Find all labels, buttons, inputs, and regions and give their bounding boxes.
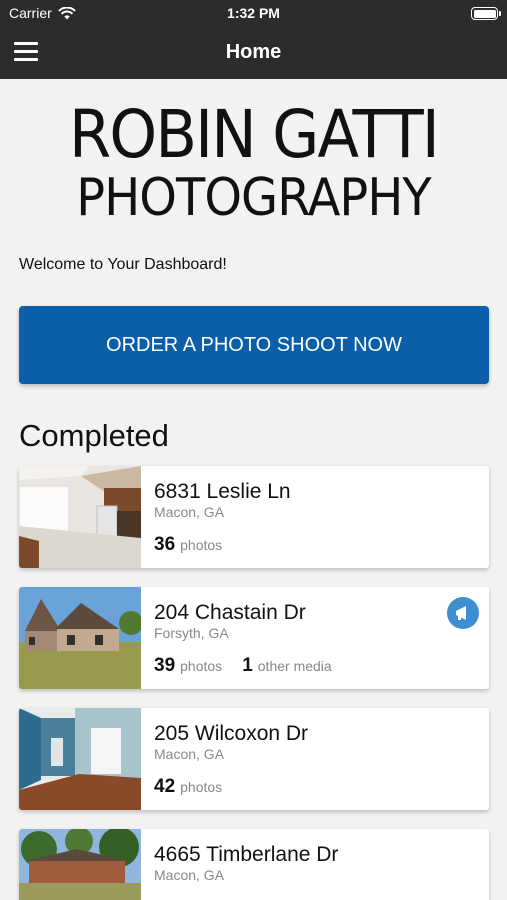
listing-counts: 39 photos 1 other media (154, 655, 332, 677)
listing-card[interactable]: 205 Wilcoxon Dr Macon, GA 42 photos (19, 708, 489, 810)
listing-city: Macon, GA (154, 504, 225, 520)
listing-thumbnail (19, 829, 141, 900)
listing-card[interactable]: 6831 Leslie Ln Macon, GA 36 photos (19, 466, 489, 568)
listing-address: 205 Wilcoxon Dr (154, 722, 309, 745)
section-title-completed: Completed (19, 418, 169, 453)
logo-line-1: ROBIN GATTI (69, 96, 440, 173)
listing-city: Macon, GA (154, 867, 225, 883)
other-media-count: 1 (242, 655, 253, 676)
listing-counts: 36 photos (154, 534, 222, 556)
photo-count-label: photos (180, 658, 223, 674)
photo-count: 36 (154, 534, 176, 555)
listing-address: 6831 Leslie Ln (154, 480, 291, 503)
listing-address: 4665 Timberlane Dr (154, 843, 339, 866)
order-photo-shoot-button[interactable]: ORDER A PHOTO SHOOT NOW (19, 306, 489, 384)
page-title: Home (225, 41, 282, 63)
listing-counts: 42 photos (154, 776, 222, 798)
listing-thumbnail (19, 708, 141, 810)
listing-thumbnail (19, 587, 141, 689)
welcome-text: Welcome to Your Dashboard! (19, 256, 227, 273)
photo-count-label: photos (180, 537, 223, 553)
listing-city: Forsyth, GA (154, 625, 229, 641)
other-media-label: other media (257, 658, 332, 674)
megaphone-icon[interactable] (447, 597, 479, 629)
listing-city: Macon, GA (154, 746, 225, 762)
listing-card[interactable]: 4665 Timberlane Dr Macon, GA (19, 829, 489, 900)
listing-thumbnail (19, 466, 141, 568)
navigation-bar: Home (0, 26, 507, 79)
photo-count: 42 (154, 776, 176, 797)
listing-card[interactable]: 204 Chastain Dr Forsyth, GA 39 photos 1 … (19, 587, 489, 689)
logo-line-2: PHOTOGRAPHY (76, 168, 431, 228)
status-bar: Carrier 1:32 PM (0, 0, 507, 26)
listing-address: 204 Chastain Dr (154, 601, 306, 624)
status-time: 1:32 PM (227, 5, 280, 21)
brand-logo: ROBIN GATTI PHOTOGRAPHY (0, 96, 507, 228)
battery-icon (471, 7, 501, 20)
photo-count-label: photos (180, 779, 223, 795)
photo-count: 39 (154, 655, 176, 676)
